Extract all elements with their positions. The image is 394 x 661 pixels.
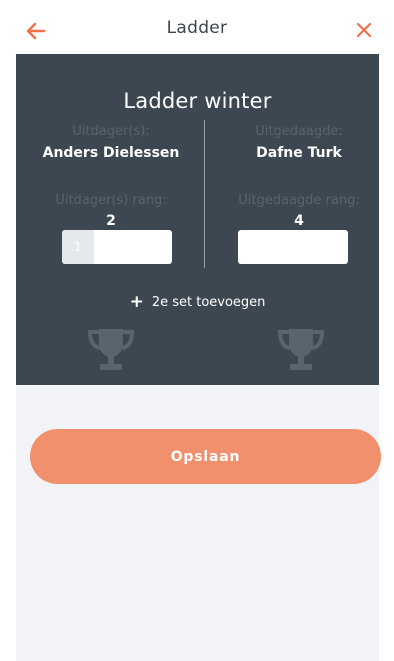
challenger-rank-label: Uitdager(s) rang: bbox=[55, 193, 167, 208]
challenged-score-input[interactable] bbox=[238, 230, 348, 264]
trophy-icon[interactable] bbox=[275, 326, 327, 372]
close-icon[interactable] bbox=[354, 20, 374, 40]
top-bar: Ladder bbox=[0, 0, 394, 54]
challenged-label: Uitgedaagde: bbox=[255, 124, 343, 139]
page-title: Ladder bbox=[166, 18, 228, 38]
save-button[interactable]: Opslaan bbox=[30, 429, 381, 484]
challenger-score-prefix: 1 bbox=[62, 230, 94, 264]
plus-icon: + bbox=[129, 292, 144, 312]
column-divider bbox=[204, 120, 205, 268]
challenger-rank: 2 bbox=[106, 213, 116, 229]
challenger-label: Uitdager(s): bbox=[72, 124, 150, 139]
add-set-button[interactable]: +2e set toevoegen bbox=[16, 292, 379, 312]
ladder-name: Ladder winter bbox=[123, 89, 272, 113]
add-set-label: 2e set toevoegen bbox=[151, 295, 266, 310]
trophy-icon[interactable] bbox=[85, 326, 137, 372]
challenger-name: Anders Dielessen bbox=[42, 145, 180, 161]
match-panel: Ladder winter Uitdager(s): Anders Dieles… bbox=[16, 54, 379, 385]
content-area: Opslaan bbox=[16, 385, 381, 661]
challenged-rank: 4 bbox=[294, 213, 304, 229]
challenged-rank-label: Uitgedaagde rang: bbox=[238, 193, 360, 208]
challenged-name: Dafne Turk bbox=[256, 145, 342, 161]
